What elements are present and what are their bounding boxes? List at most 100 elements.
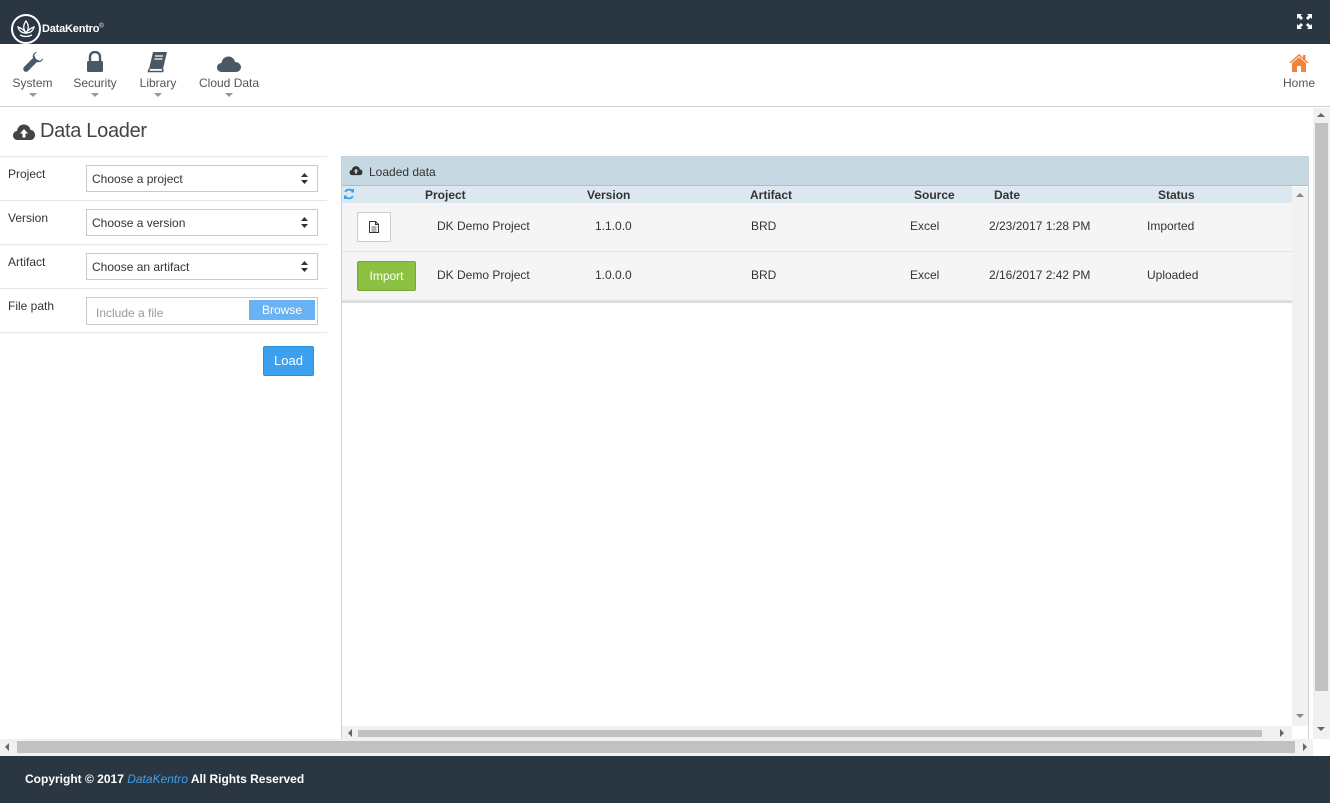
import-button[interactable]: Import (357, 261, 416, 291)
artifact-select-value: Choose an artifact (92, 260, 190, 274)
cell-date: 2/23/2017 1:28 PM (989, 219, 1091, 233)
page-horizontal-scrollbar[interactable] (0, 739, 1313, 756)
cell-artifact: BRD (751, 268, 777, 282)
refresh-icon[interactable] (343, 188, 355, 200)
column-header-status[interactable]: Status (1158, 188, 1195, 202)
lock-icon (87, 51, 103, 72)
form-row-project: Project Choose a project (0, 156, 327, 200)
nav-label: Library (139, 76, 177, 90)
scroll-up-arrow-icon[interactable] (1317, 113, 1325, 117)
cell-date: 2/16/2017 2:42 PM (989, 268, 1091, 282)
book-icon (147, 52, 167, 73)
table-vertical-scrollbar[interactable] (1292, 187, 1308, 726)
scroll-left-arrow-icon[interactable] (348, 729, 352, 737)
artifact-label: Artifact (8, 255, 46, 269)
loaded-data-panel: Loaded data Project Version Artifact Sou… (341, 156, 1309, 741)
footer-brand-link[interactable]: DataKentro (127, 772, 188, 786)
home-icon (1288, 54, 1309, 72)
scroll-down-arrow-icon[interactable] (1296, 714, 1304, 718)
nav-label: Cloud Data (199, 76, 260, 90)
scrollbar-thumb[interactable] (17, 741, 1295, 753)
version-select[interactable]: Choose a version (86, 209, 318, 236)
select-arrows-icon (301, 261, 308, 272)
select-arrows-icon (301, 173, 308, 184)
chevron-down-icon (225, 93, 233, 97)
nav-item-security[interactable]: Security (73, 44, 117, 97)
page-title: Data Loader (12, 120, 147, 143)
file-input[interactable]: Include a file Browse (86, 297, 318, 325)
table-row[interactable]: DK Demo Project 1.1.0.0 BRD Excel 2/23/2… (342, 203, 1292, 252)
footer: Copyright © 2017 DataKentro All Rights R… (0, 756, 1330, 803)
version-label: Version (8, 211, 49, 225)
table-row[interactable]: Import DK Demo Project 1.0.0.0 BRD Excel… (342, 252, 1292, 301)
project-label: Project (8, 167, 46, 181)
page-vertical-scrollbar[interactable] (1313, 108, 1330, 739)
scroll-left-arrow-icon[interactable] (5, 743, 9, 751)
cell-project: DK Demo Project (437, 268, 530, 282)
cell-status: Uploaded (1147, 268, 1199, 282)
cell-version: 1.0.0.0 (595, 268, 632, 282)
project-select[interactable]: Choose a project (86, 165, 318, 192)
view-document-button[interactable] (357, 212, 391, 242)
column-header-project[interactable]: Project (425, 188, 466, 202)
chevron-down-icon (28, 93, 37, 97)
nav-item-library[interactable]: Library (139, 44, 177, 97)
cell-artifact: BRD (751, 219, 777, 233)
table-horizontal-scrollbar[interactable] (342, 726, 1292, 740)
nav-home[interactable]: Home (1283, 44, 1315, 90)
file-input-placeholder: Include a file (96, 306, 164, 320)
panel-header: Loaded data (342, 157, 1308, 186)
scroll-right-arrow-icon[interactable] (1280, 729, 1284, 737)
logo-text: DataKentro® (42, 22, 104, 35)
cloud-icon (217, 56, 241, 72)
scroll-up-arrow-icon[interactable] (1296, 193, 1304, 197)
scrollbar-thumb[interactable] (1315, 123, 1328, 691)
form-row-version: Version Choose a version (0, 200, 327, 244)
cell-source: Excel (910, 268, 940, 282)
form-row-artifact: Artifact Choose an artifact (0, 244, 327, 288)
main-nav: System Security Library Cloud Data Home (0, 44, 1330, 107)
page-title-text: Data Loader (40, 120, 147, 142)
cloud-upload-icon (349, 166, 363, 176)
panel-title: Loaded data (369, 165, 436, 179)
cell-project: DK Demo Project (437, 219, 530, 233)
nav-label: Security (73, 76, 117, 90)
cell-source: Excel (910, 219, 940, 233)
form-row-file-path: File path Include a file Browse (0, 288, 327, 332)
cell-status: Imported (1147, 219, 1195, 233)
fullscreen-expand-icon[interactable] (1297, 14, 1312, 29)
version-select-value: Choose a version (92, 216, 186, 230)
project-select-value: Choose a project (92, 172, 183, 186)
column-header-date[interactable]: Date (994, 188, 1020, 202)
table-header: Project Version Artifact Source Date Sta… (342, 186, 1292, 203)
wrench-icon (22, 52, 43, 72)
artifact-select[interactable]: Choose an artifact (86, 253, 318, 280)
table-bottom-border (342, 301, 1292, 303)
scrollbar-thumb[interactable] (358, 730, 1262, 737)
load-button[interactable]: Load (263, 346, 314, 376)
copyright-text: Copyright © 2017 DataKentro All Rights R… (25, 772, 305, 786)
column-header-artifact[interactable]: Artifact (750, 188, 792, 202)
loader-form: Project Choose a project Version Choose … (0, 156, 327, 333)
chevron-down-icon (91, 93, 99, 97)
nav-item-system[interactable]: System (12, 44, 53, 97)
scroll-right-arrow-icon[interactable] (1303, 743, 1307, 751)
lotus-icon (17, 19, 35, 38)
document-icon (369, 221, 379, 233)
form-divider (0, 332, 327, 333)
nav-item-cloud-data[interactable]: Cloud Data (199, 44, 259, 97)
cloud-upload-icon (13, 124, 35, 140)
logo-mark (11, 14, 41, 44)
nav-label: System (12, 76, 53, 90)
top-header: DataKentro® (0, 0, 1330, 44)
column-header-source[interactable]: Source (914, 188, 955, 202)
browse-button[interactable]: Browse (249, 300, 315, 320)
nav-home-label: Home (1282, 76, 1315, 90)
chevron-down-icon (154, 93, 162, 97)
column-header-version[interactable]: Version (587, 188, 630, 202)
scroll-down-arrow-icon[interactable] (1317, 727, 1325, 731)
cell-version: 1.1.0.0 (595, 219, 632, 233)
select-arrows-icon (301, 217, 308, 228)
file-path-label: File path (8, 299, 55, 313)
logo[interactable]: DataKentro® (11, 13, 104, 44)
